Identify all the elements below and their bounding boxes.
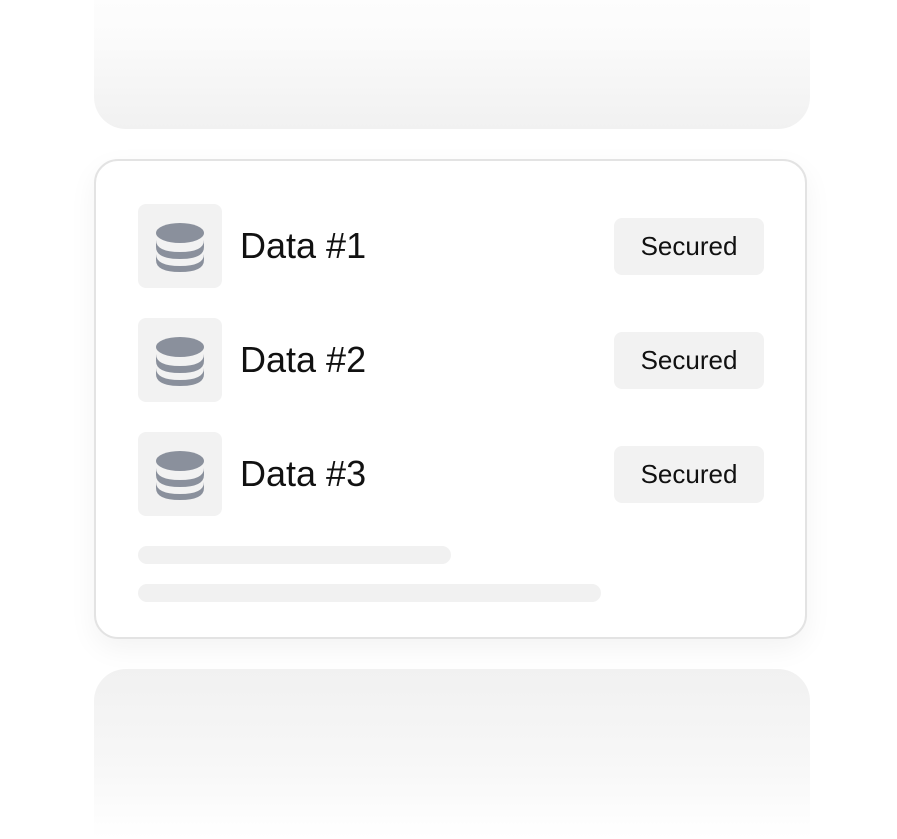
status-badge: Secured xyxy=(614,445,764,503)
database-icon xyxy=(156,337,204,386)
status-badge: Secured xyxy=(614,217,764,275)
data-row-label: Data #2 xyxy=(240,339,367,380)
data-row-label: Data #3 xyxy=(240,453,367,494)
ghost-card-top xyxy=(94,0,810,129)
data-row[interactable]: Data #2 Secured xyxy=(138,318,764,402)
status-badge: Secured xyxy=(614,331,764,389)
database-icon-container xyxy=(138,204,222,288)
data-row-label: Data #1 xyxy=(240,225,367,266)
database-icon-container xyxy=(138,432,222,516)
ghost-card-bottom xyxy=(94,669,810,839)
database-icon-container xyxy=(138,318,222,402)
database-icon xyxy=(156,223,204,272)
data-row[interactable]: Data #1 Secured xyxy=(138,204,764,288)
data-list-card: Data #1 Secured Data #2 Secured Data #3 … xyxy=(94,159,807,639)
skeleton-line xyxy=(138,584,601,602)
data-row[interactable]: Data #3 Secured xyxy=(138,432,764,516)
database-icon xyxy=(156,451,204,500)
skeleton-line xyxy=(138,546,451,564)
